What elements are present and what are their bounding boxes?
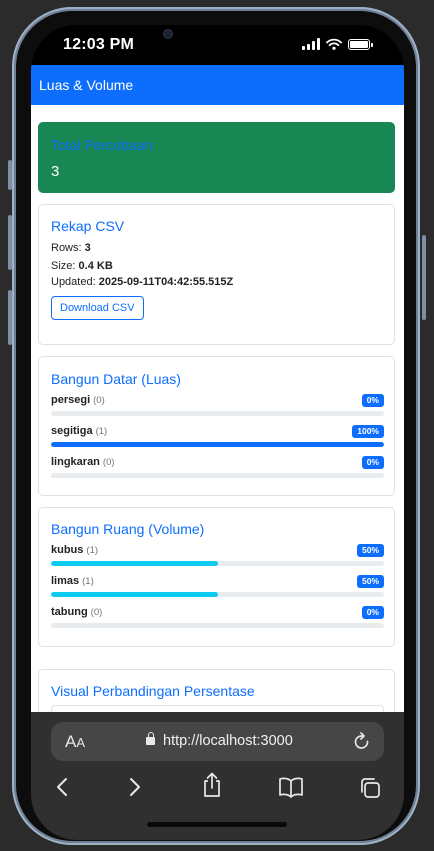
navbar: Luas & Volume [31, 65, 404, 105]
progress-label: segitiga (1) [51, 425, 108, 437]
progress-row-limas: limas (1) 50% [51, 575, 384, 605]
status-icons [302, 38, 373, 50]
volume-down-button [8, 290, 12, 345]
volume-up-button [8, 215, 12, 270]
progress-label: limas (1) [51, 575, 94, 587]
back-icon[interactable] [55, 776, 69, 798]
wifi-icon [326, 38, 342, 50]
volume-card: Bangun Ruang (Volume) kubus (1) 50% limas… [38, 507, 395, 647]
total-value: 3 [51, 163, 60, 180]
share-icon[interactable] [201, 772, 223, 798]
signal-icon [302, 38, 320, 50]
tabs-icon[interactable] [358, 776, 382, 800]
browser-toolbar: AA http://localhost:3000 [31, 712, 404, 840]
screen: 12:03 PM Luas & Volume Total Percobaan 3… [31, 25, 404, 840]
progress-label: lingkaran (0) [51, 456, 115, 468]
home-indicator[interactable] [147, 822, 287, 827]
csv-card: Rekap CSV Rows: 3 Size: 0.4 KB Updated: … [38, 204, 395, 345]
reload-icon[interactable] [353, 732, 371, 752]
progress-row-kubus: kubus (1) 50% [51, 544, 384, 574]
percent-badge: 0% [361, 456, 384, 469]
luas-card: Bangun Datar (Luas) persegi (0) 0% segiti… [38, 356, 395, 496]
camera-icon [163, 29, 173, 39]
download-csv-button[interactable]: Download CSV [51, 296, 144, 320]
lock-icon [146, 732, 155, 745]
progress-fill [51, 592, 218, 597]
forward-icon[interactable] [128, 776, 142, 798]
csv-updated: Updated: 2025-09-11T04:42:55.515Z [51, 276, 234, 288]
browser-nav [31, 772, 404, 810]
status-bar: 12:03 PM [31, 25, 404, 65]
total-title: Total Percobaan [51, 137, 153, 153]
progress-fill [51, 442, 384, 447]
visual-card: Visual Perbandingan Persentase [38, 669, 395, 712]
progress-label: kubus (1) [51, 544, 99, 556]
progress-label: persegi (0) [51, 394, 105, 406]
csv-size: Size: 0.4 KB [51, 260, 113, 272]
volume-title: Bangun Ruang (Volume) [51, 521, 205, 537]
chart-container [51, 705, 384, 712]
progress-row-persegi: persegi (0) 0% [51, 394, 384, 424]
visual-title: Visual Perbandingan Persentase [51, 683, 255, 699]
progress-label: tabung (0) [51, 606, 103, 618]
aa-icon[interactable]: AA [65, 732, 85, 752]
progress-fill [51, 561, 218, 566]
address-bar[interactable]: AA http://localhost:3000 [51, 722, 384, 761]
bookmarks-icon[interactable] [278, 776, 304, 798]
progress-track [51, 442, 384, 447]
percent-badge: 50% [356, 544, 384, 557]
percent-badge: 100% [352, 425, 384, 438]
progress-track [51, 473, 384, 478]
progress-row-segitiga: segitiga (1) 100% [51, 425, 384, 455]
navbar-brand[interactable]: Luas & Volume [39, 77, 133, 93]
progress-track [51, 592, 384, 597]
url-text[interactable]: http://localhost:3000 [163, 733, 293, 749]
percent-badge: 0% [361, 606, 384, 619]
status-time: 12:03 PM [63, 36, 134, 53]
csv-title: Rekap CSV [51, 218, 125, 234]
dynamic-island [149, 25, 289, 53]
mute-switch [8, 160, 12, 190]
total-card: Total Percobaan 3 [38, 122, 395, 193]
progress-track [51, 623, 384, 628]
progress-row-lingkaran: lingkaran (0) 0% [51, 456, 384, 486]
power-button [422, 235, 426, 320]
page-content: Total Percobaan 3 Rekap CSV Rows: 3 Size… [31, 105, 404, 712]
percent-badge: 0% [361, 394, 384, 407]
percent-badge: 50% [356, 575, 384, 588]
csv-rows: Rows: 3 [51, 242, 91, 254]
progress-track [51, 561, 384, 566]
luas-title: Bangun Datar (Luas) [51, 371, 181, 387]
battery-icon [348, 38, 373, 50]
progress-row-tabung: tabung (0) 0% [51, 606, 384, 636]
progress-track [51, 411, 384, 416]
